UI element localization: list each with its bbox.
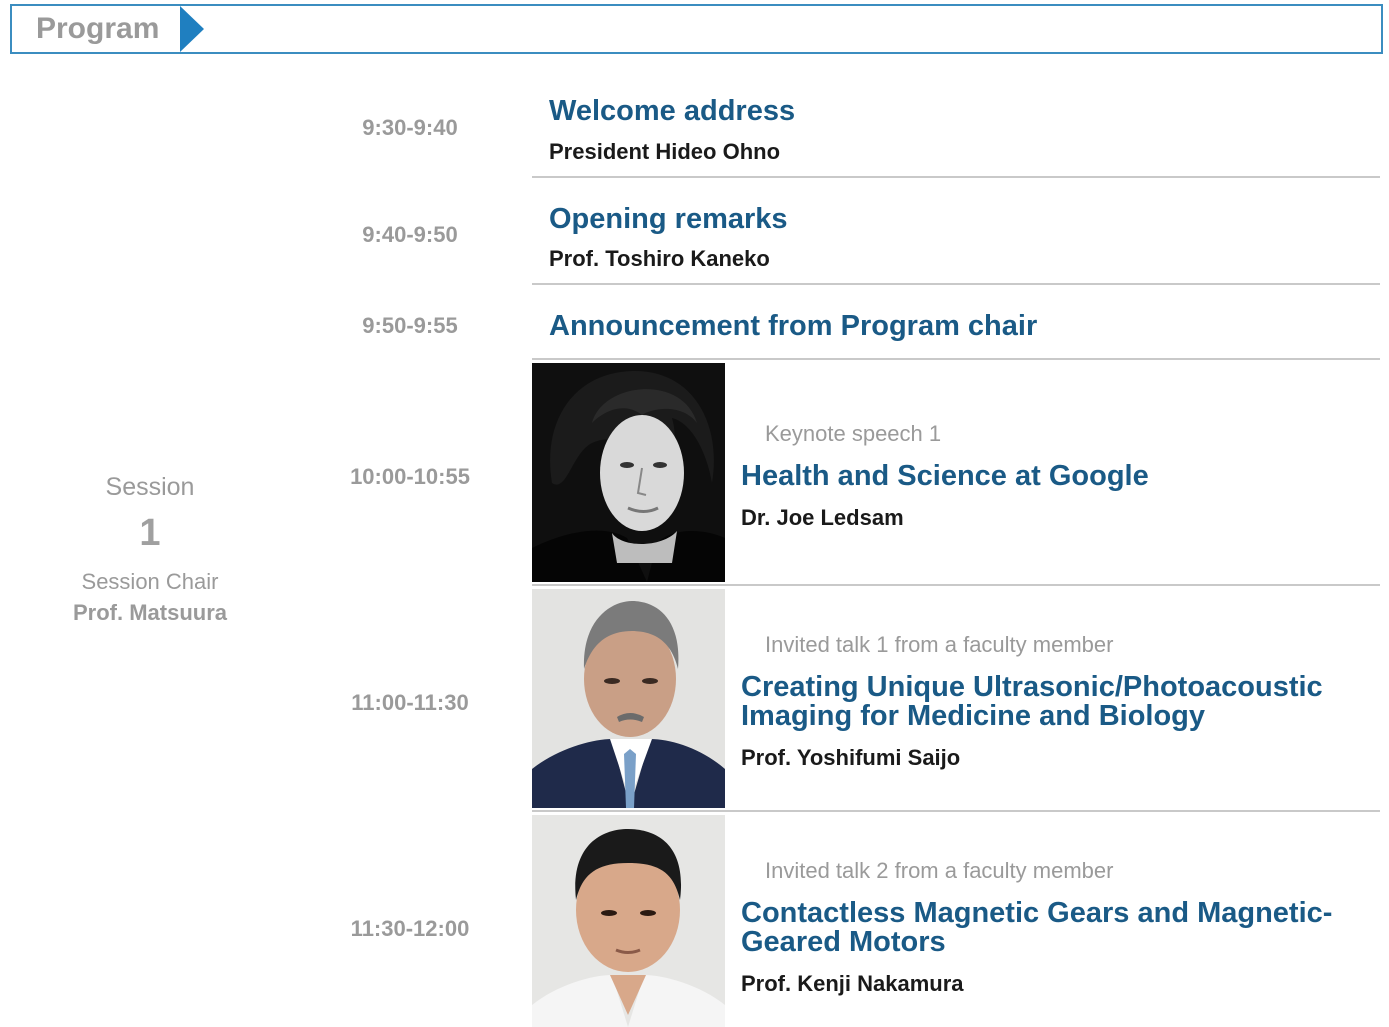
- time-slot: 9:40-9:50: [362, 222, 458, 247]
- speaker-photo: [532, 815, 725, 1027]
- session-info: Session 1 Session Chair Prof. Matsuura: [40, 470, 260, 628]
- talk-title: Announcement from Program chair: [549, 310, 1038, 342]
- speaker-photo: [532, 363, 725, 582]
- talk-title: Opening remarks: [549, 203, 788, 235]
- divider: [532, 358, 1380, 360]
- talk-title-line1: Creating Unique Ultrasonic/Photoacoustic: [741, 671, 1323, 703]
- talk-title-line2: Imaging for Medicine and Biology: [741, 700, 1206, 732]
- speaker-name: Dr. Joe Ledsam: [741, 505, 904, 530]
- talk-category: Keynote speech 1: [765, 421, 942, 446]
- talk-title: Welcome address: [549, 95, 796, 127]
- time-slot: 9:50-9:55: [362, 313, 458, 338]
- divider: [532, 283, 1380, 285]
- talk-category: Invited talk 1 from a faculty member: [765, 632, 1114, 657]
- arrow-right-icon: [180, 6, 204, 52]
- talk-title: Health and Science at Google: [741, 460, 1149, 492]
- speaker-name: Prof. Yoshifumi Saijo: [741, 745, 961, 770]
- session-label: Session: [105, 473, 195, 501]
- program-header: Program: [10, 4, 1383, 54]
- program-title: Program: [12, 6, 182, 52]
- speaker-name: Prof. Kenji Nakamura: [741, 971, 964, 996]
- time-slot: 9:30-9:40: [362, 115, 458, 140]
- time-slot: 11:00-11:30: [351, 690, 469, 715]
- session-number: 1: [139, 512, 161, 554]
- speaker-photo: [532, 589, 725, 808]
- divider: [532, 810, 1380, 812]
- divider: [532, 584, 1380, 586]
- speaker-name: Prof. Toshiro Kaneko: [549, 246, 770, 271]
- session-chair-label: Session Chair: [81, 569, 219, 594]
- time-slot: 11:30-12:00: [350, 916, 470, 941]
- talk-category: Invited talk 2 from a faculty member: [765, 858, 1114, 883]
- talk-title-line2: Geared Motors: [741, 926, 946, 958]
- session-chair-name: Prof. Matsuura: [72, 600, 228, 625]
- time-slot: 10:00-10:55: [350, 464, 470, 489]
- speaker-name: President Hideo Ohno: [549, 139, 781, 164]
- divider: [532, 176, 1380, 178]
- talk-title-line1: Contactless Magnetic Gears and Magnetic-: [741, 897, 1333, 929]
